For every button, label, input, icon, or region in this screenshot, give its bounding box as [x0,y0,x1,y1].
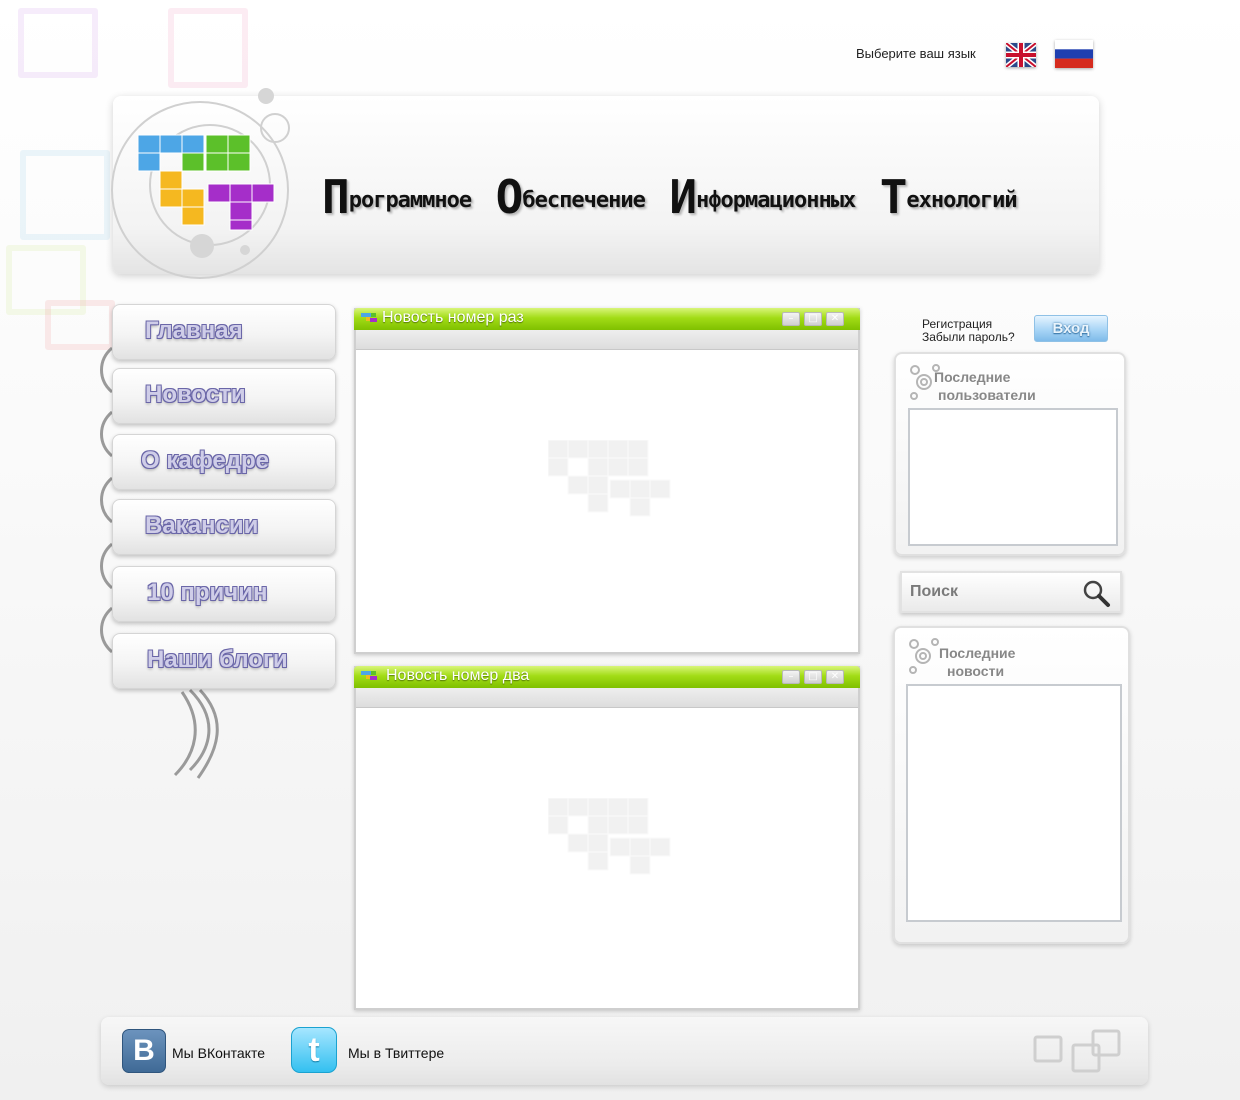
search-box [900,571,1122,613]
minimize-icon[interactable]: – [782,670,800,684]
window-title: Новость номер раз [382,309,524,326]
language-label: Выберите ваш язык [856,46,976,61]
nav-label: Вакансии [145,512,259,539]
nav-label: Главная [145,317,243,344]
panel-title: Последние пользователи [934,369,1036,403]
panel-title: Последние новости [939,645,1016,679]
twitter-icon[interactable]: t [291,1027,337,1073]
header-logo [111,88,290,279]
decor-cubes-icon [1033,1029,1121,1073]
title-word-1: Программное [322,170,472,224]
title-word-3: Информационных [669,170,856,224]
forgot-password-link[interactable]: Забыли пароль? [922,330,1015,344]
register-link[interactable]: Регистрация [922,317,992,331]
recent-users-list [908,408,1118,546]
logo-watermark [548,440,671,517]
window-titlebar[interactable]: Новость номер раз – □ ✕ [354,308,860,330]
search-input[interactable] [910,579,1080,605]
login-button[interactable]: Вход [1034,315,1108,342]
app-logo-icon [361,313,377,322]
nav-vacancies[interactable]: Вакансии [112,499,336,555]
maximize-icon[interactable]: □ [804,670,822,684]
nav-label: О кафедре [141,447,269,474]
news-window-2: Новость номер два – □ ✕ [354,666,860,1010]
close-icon[interactable]: ✕ [826,670,844,684]
window-toolbar [356,330,858,350]
maximize-icon[interactable]: □ [804,312,822,326]
site-title: Программное Обеспечение Информационных Т… [322,170,1018,224]
english-flag-icon[interactable] [1006,43,1036,67]
twitter-link[interactable]: Мы в Твиттере [348,1045,444,1061]
nav-label: Наши блоги [147,646,288,673]
nav-reasons[interactable]: 10 причин [112,566,336,622]
nav-label: 10 причин [147,579,268,606]
nav-about[interactable]: О кафедре [112,434,336,490]
recent-news-panel: Последние новости [893,626,1130,944]
recent-users-panel: Последние пользователи [894,352,1126,556]
search-icon[interactable] [1082,579,1112,609]
recent-news-list [906,684,1122,922]
vk-icon[interactable]: B [122,1029,166,1073]
nav-blogs[interactable]: Наши блоги [112,633,336,689]
window-title: Новость номер два [386,667,530,684]
nav-home[interactable]: Главная [112,304,336,360]
minimize-icon[interactable]: – [782,312,800,326]
close-icon[interactable]: ✕ [826,312,844,326]
nav-label: Новости [145,381,246,408]
vk-link[interactable]: Мы ВКонтакте [172,1045,265,1061]
title-word-2: Обеспечение [495,170,646,224]
news-window-1: Новость номер раз – □ ✕ [354,308,860,654]
title-word-4: Технологий [879,170,1018,224]
app-logo-icon [361,671,377,680]
window-titlebar[interactable]: Новость номер два – □ ✕ [354,666,860,688]
window-toolbar [356,688,858,708]
russian-flag-icon[interactable] [1055,40,1093,68]
nav-news[interactable]: Новости [112,368,336,424]
logo-watermark [548,798,671,875]
